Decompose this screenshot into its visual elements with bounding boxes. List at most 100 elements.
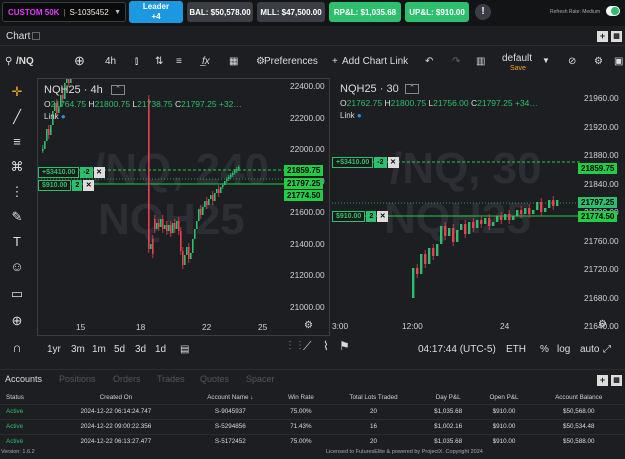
candle-body (496, 216, 499, 222)
col-win-rate[interactable]: Win Rate (276, 392, 327, 404)
fullscreen-icon[interactable]: ⤢ (603, 344, 611, 355)
crosshair-icon[interactable]: ✛ (9, 84, 25, 100)
candle-body (188, 247, 190, 259)
layout-grid-icon[interactable]: ▦ (229, 56, 238, 67)
text-icon[interactable]: T (9, 234, 25, 250)
undo-icon[interactable]: ↶ (425, 56, 433, 67)
close-icon[interactable]: ✕ (377, 211, 389, 222)
candle-body (180, 231, 182, 251)
left-chart-settings-icon[interactable]: ⚙ (304, 320, 313, 331)
table-row[interactable]: Active 2024-12-22 06:14:24.747 S-9045937 75… (0, 403, 625, 419)
chart-type-icon[interactable]: ⫾ (135, 56, 138, 67)
hide-icon[interactable]: ⌃ (111, 85, 125, 95)
chart-tab[interactable]: Chart (6, 31, 30, 42)
tab-spacer[interactable]: Spacer (246, 374, 275, 384)
percent-toggle[interactable]: % (540, 344, 549, 355)
candle-body (66, 79, 68, 83)
redo-icon[interactable]: ↷ (452, 56, 460, 67)
left-chart[interactable]: /NQ, 240 NQH25 NQH25 · 4h ⌃ O21764.75 H2… (37, 78, 330, 336)
session-selector[interactable]: ETH (506, 344, 526, 355)
link-plus-icon[interactable]: + (332, 56, 338, 67)
bars-icon[interactable]: ≡ (176, 56, 182, 67)
layout-icon[interactable]: ▥ (476, 56, 485, 67)
brush-icon[interactable]: ✎ (9, 209, 25, 225)
log-toggle[interactable]: log (557, 344, 570, 355)
interval-selector[interactable]: 4h (105, 56, 116, 67)
col-account-name[interactable]: Account Name ↓ (185, 392, 275, 404)
tab-quotes[interactable]: Quotes (200, 374, 229, 384)
indicators-icon[interactable]: ⇅ (155, 56, 163, 67)
clock-time[interactable]: 04:17:44 (UTC-5) (418, 344, 496, 355)
add-compare-icon[interactable]: ⊕ (74, 53, 85, 69)
range-1yr[interactable]: 1yr (47, 344, 61, 355)
add-panel-icon[interactable]: + (597, 31, 608, 42)
lines-icon[interactable]: ≡ (9, 134, 25, 150)
right-chart-settings-icon[interactable]: ⚙ (598, 319, 607, 330)
y-tick-label: 21600.00 (290, 207, 325, 217)
right-link-label[interactable]: Link ● (340, 111, 362, 120)
search-icon[interactable]: ⚲ (5, 56, 12, 67)
panel-menu-icon[interactable]: ▦ (611, 375, 622, 386)
close-icon[interactable]: ✕ (93, 167, 105, 178)
range-3m[interactable]: 3m (71, 344, 85, 355)
candle-body (456, 230, 459, 242)
trendline-icon[interactable]: ╱ (9, 109, 25, 125)
left-link-label[interactable]: Link ● (44, 112, 66, 121)
right-chart[interactable]: /NQ, 30 NQH25 NQH25 · 30 ⌃ O21762.75 H21… (332, 78, 625, 336)
hide-icon[interactable]: ⌃ (405, 84, 419, 94)
candle-body (536, 202, 539, 210)
tab-orders[interactable]: Orders (113, 374, 141, 384)
candle-body (154, 219, 156, 229)
candle-body (238, 167, 240, 169)
zoom-icon[interactable]: ⊕ (9, 313, 25, 329)
range-5d[interactable]: 5d (114, 344, 125, 355)
range-3d[interactable]: 3d (135, 344, 146, 355)
drawing-search-icon[interactable]: ⊘ (568, 56, 576, 67)
col-balance[interactable]: Account Balance (532, 392, 625, 404)
tab-trades[interactable]: Trades (157, 374, 185, 384)
panel-menu-icon[interactable]: ▦ (611, 31, 622, 42)
screenshot-icon[interactable]: ▣ (614, 56, 623, 67)
info-icon[interactable]: ! (475, 4, 491, 20)
y-tick-label: 22400.00 (290, 81, 325, 91)
close-icon[interactable]: ✕ (387, 157, 399, 168)
preferences-button[interactable]: Preferences (264, 56, 318, 67)
table-row[interactable]: Active 2024-12-22 06:13:27.477 S-5172452 75… (0, 433, 625, 449)
calendar-icon[interactable]: ▤ (180, 344, 189, 355)
leader-button[interactable]: Leader +4 (129, 1, 183, 23)
col-day-pnl[interactable]: Day P&L (421, 392, 476, 404)
y-tick-label: 21920.00 (584, 121, 619, 132)
layout-save-label[interactable]: Save (510, 65, 526, 72)
right-ohlc: O21762.75 H21800.75 L21756.00 C21797.25 … (340, 98, 538, 108)
close-icon[interactable]: ✕ (83, 180, 95, 191)
add-chart-link-button[interactable]: Add Chart Link (342, 56, 408, 67)
table-row[interactable]: Active 2024-12-22 09:00:22.356 S-5294856 71… (0, 418, 625, 434)
add-panel-icon[interactable]: + (597, 375, 608, 386)
tab-accounts[interactable]: Accounts (5, 374, 42, 384)
refresh-toggle[interactable] (606, 6, 620, 16)
col-status[interactable]: Status (0, 392, 47, 404)
table-cell: 75.00% (275, 403, 327, 419)
account-selector[interactable]: CUSTOM 50K | S-1035452 ▼ (2, 2, 126, 22)
range-1d[interactable]: 1d (155, 344, 166, 355)
fib-icon[interactable]: ⋮ (9, 184, 25, 200)
candle-body (484, 218, 487, 224)
col-open-pnl[interactable]: Open P&L (476, 392, 533, 404)
ruler-icon[interactable]: ▭ (9, 286, 25, 302)
pattern-icon[interactable]: ⌘ (9, 159, 25, 175)
tab-positions[interactable]: Positions (59, 374, 96, 384)
auto-toggle[interactable]: auto (580, 344, 599, 355)
col-lots[interactable]: Total Lots Traded (326, 392, 421, 404)
emoji-icon[interactable]: ☺ (9, 259, 25, 275)
layout-name[interactable]: default (502, 53, 532, 64)
col-created[interactable]: Created On (47, 392, 185, 404)
studies-icon[interactable]: f̲x (202, 56, 210, 67)
symbol-input[interactable]: /NQ (16, 56, 34, 67)
refresh-rate-label: Refresh Rate: Medium (550, 9, 601, 15)
candle-body (196, 221, 198, 229)
candle-body (208, 199, 210, 205)
popout-icon[interactable] (32, 32, 40, 40)
settings-gear-icon[interactable]: ⚙ (594, 56, 603, 67)
range-1m[interactable]: 1m (92, 344, 106, 355)
chevron-down-icon[interactable]: ▼ (542, 56, 550, 65)
